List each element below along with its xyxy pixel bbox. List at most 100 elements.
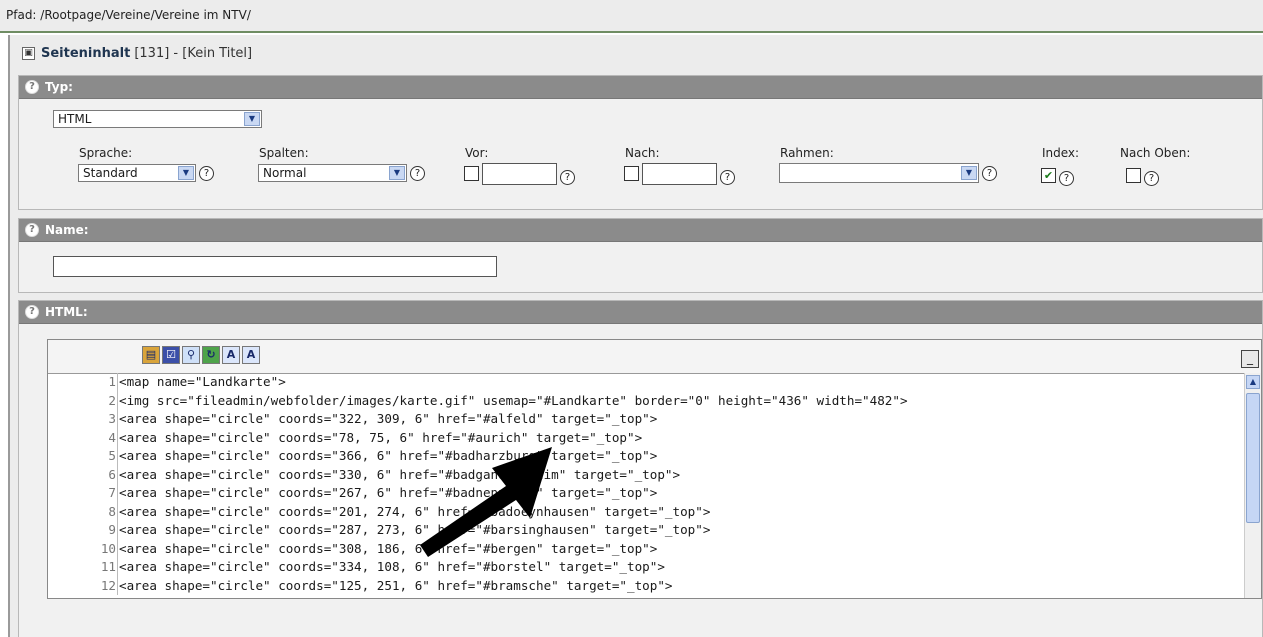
nach-control: ? [624, 162, 735, 185]
type-select[interactable]: HTML ▼ [53, 110, 262, 128]
vertical-scrollbar[interactable]: ▲ [1244, 373, 1261, 598]
code-text: <area shape="circle" coords="366, 6" hre… [119, 448, 658, 463]
name-section: ? Name: [18, 218, 1263, 293]
index-label: Index: [1042, 146, 1080, 160]
code-text: <img src="fileadmin/webfolder/images/kar… [119, 392, 908, 408]
help-icon[interactable]: ? [199, 165, 214, 181]
name-input[interactable] [53, 256, 497, 277]
spalten-select-value: Normal [263, 166, 307, 180]
rahmen-select[interactable]: ▼ [779, 163, 979, 183]
name-section-header: ? Name: [19, 219, 1262, 242]
code-line: 9 <area shape="circle" coords="287, 273, … [48, 521, 1244, 540]
line-number: 3 [48, 410, 118, 429]
help-icon[interactable]: ? [720, 170, 735, 185]
editor-toolbar-buttons: ▤ ☑ ⚲ ↻ A A [142, 346, 260, 364]
checkbox-icon[interactable]: ☑ [162, 346, 180, 364]
chevron-down-icon[interactable]: ▼ [961, 166, 977, 180]
spalten-control: Normal ▼ ? [258, 164, 425, 182]
code-line: 1 <map name="Landkarte"> [48, 373, 1244, 392]
type-section-title: Typ: [45, 80, 73, 94]
code-line: 4 <area shape="circle" coords="78, 75, 6"… [48, 428, 1244, 447]
search-icon[interactable]: ⚲ [182, 346, 200, 364]
code-line: 3 <area shape="circle" coords="322, 309, … [48, 410, 1244, 429]
help-icon[interactable]: ? [982, 165, 997, 181]
code-line: 7 <area shape="circle" coords="267, 6" hr… [48, 484, 1244, 503]
line-number: 9 [48, 521, 118, 540]
code-text: <area shape="circle" coords="334, 108, 6… [119, 559, 665, 574]
sprache-label: Sprache: [79, 146, 133, 160]
help-icon[interactable]: ? [25, 305, 39, 319]
nach-oben-label: Nach Oben: [1120, 146, 1191, 160]
code-editor: ▤ ☑ ⚲ ↻ A A _ 1 <map name="Landkarte"> 2 <img sr… [47, 339, 1262, 599]
nach-label: Nach: [625, 146, 660, 160]
nach-checkbox[interactable] [624, 166, 639, 181]
code-line: 2 <img src="fileadmin/webfolder/images/ka… [48, 391, 1244, 410]
code-line: 11 <area shape="circle" coords="334, 108,… [48, 558, 1244, 577]
spalten-label: Spalten: [259, 146, 309, 160]
code-line: 12 <area shape="circle" coords="125, 251,… [48, 576, 1244, 595]
help-icon[interactable]: ? [25, 80, 39, 94]
chevron-down-icon[interactable]: ▼ [244, 112, 260, 126]
line-number: 4 [48, 428, 118, 447]
line-number: 1 [48, 373, 118, 392]
line-number: 12 [48, 576, 118, 595]
scroll-up-button[interactable]: ▲ [1246, 375, 1260, 389]
type-section-header: ? Typ: [19, 76, 1262, 99]
code-text: <area shape="circle" coords="330, 6" hre… [119, 466, 681, 482]
html-section: ? HTML: ▤ ☑ ⚲ ↻ A A _ 1 <map name="Landkarte">… [18, 300, 1263, 637]
content-title-bold: Seiteninhalt [41, 45, 131, 61]
line-number: 8 [48, 502, 118, 521]
chevron-down-icon[interactable]: ▼ [178, 166, 194, 180]
text-a-alt-icon[interactable]: A [242, 346, 260, 364]
rahmen-control: ▼ ? [779, 163, 997, 183]
editor-toolbar: ▤ ☑ ⚲ ↻ A A _ [48, 340, 1261, 374]
vor-control: ? [464, 162, 575, 185]
html-section-header: ? HTML: [19, 301, 1262, 324]
spalten-select[interactable]: Normal ▼ [258, 164, 407, 182]
sprache-control: Standard ▼ ? [78, 164, 214, 182]
content-element-header: ▣ Seiteninhalt [131] - [Kein Titel] [22, 43, 252, 63]
code-text: <area shape="circle" coords="201, 274, 6… [119, 503, 711, 519]
help-icon[interactable]: ? [1144, 171, 1159, 186]
breadcrumb: Pfad: /Rootpage/Vereine/Vereine im NTV/ [0, 0, 1263, 33]
code-text: <area shape="circle" coords="125, 251, 6… [119, 577, 673, 593]
help-icon[interactable]: ? [1059, 171, 1074, 186]
text-a-icon[interactable]: A [222, 346, 240, 364]
content-title-rest: [131] - [Kein Titel] [134, 45, 253, 61]
line-number: 6 [48, 465, 118, 484]
chevron-down-icon[interactable]: ▼ [389, 166, 405, 180]
sprache-select[interactable]: Standard ▼ [78, 164, 196, 182]
refresh-icon[interactable]: ↻ [202, 346, 220, 364]
help-icon[interactable]: ? [25, 223, 39, 237]
html-section-title: HTML: [45, 305, 88, 319]
help-icon[interactable]: ? [410, 165, 425, 181]
nach-oben-checkbox[interactable] [1126, 167, 1141, 183]
minimize-button[interactable]: _ [1241, 350, 1259, 368]
code-line: 10 <area shape="circle" coords="308, 186,… [48, 539, 1244, 558]
vor-checkbox[interactable] [464, 166, 479, 181]
line-number: 7 [48, 484, 118, 503]
document-icon[interactable]: ▤ [142, 346, 160, 364]
line-number: 2 [48, 391, 118, 410]
type-section: ? Typ: HTML ▼ Sprache: Standard ▼ ? Spal… [18, 75, 1263, 210]
collapse-icon[interactable]: ▣ [22, 46, 35, 60]
code-textarea[interactable]: 1 <map name="Landkarte"> 2 <img src="filead… [48, 373, 1244, 598]
line-number: 10 [48, 539, 118, 558]
code-text: <area shape="circle" coords="287, 273, 6… [119, 522, 711, 537]
index-checkbox[interactable]: ✔ [1041, 167, 1056, 183]
code-line: 6 <area shape="circle" coords="330, 6" hr… [48, 465, 1244, 484]
index-control: ✔ ? [1041, 164, 1074, 186]
vor-label: Vor: [465, 146, 489, 160]
help-icon[interactable]: ? [560, 170, 575, 185]
nach-input[interactable] [642, 162, 717, 185]
code-text: <area shape="circle" coords="78, 75, 6" … [119, 429, 643, 445]
code-line: 8 <area shape="circle" coords="201, 274, … [48, 502, 1244, 521]
vor-input[interactable] [482, 162, 557, 185]
name-section-title: Name: [45, 223, 89, 237]
sprache-select-value: Standard [83, 166, 138, 180]
code-text: <area shape="circle" coords="322, 309, 6… [119, 411, 658, 426]
line-number: 11 [48, 558, 118, 577]
line-number: 5 [48, 447, 118, 466]
scroll-thumb[interactable] [1246, 393, 1260, 523]
nach-oben-control: ? [1126, 164, 1159, 186]
